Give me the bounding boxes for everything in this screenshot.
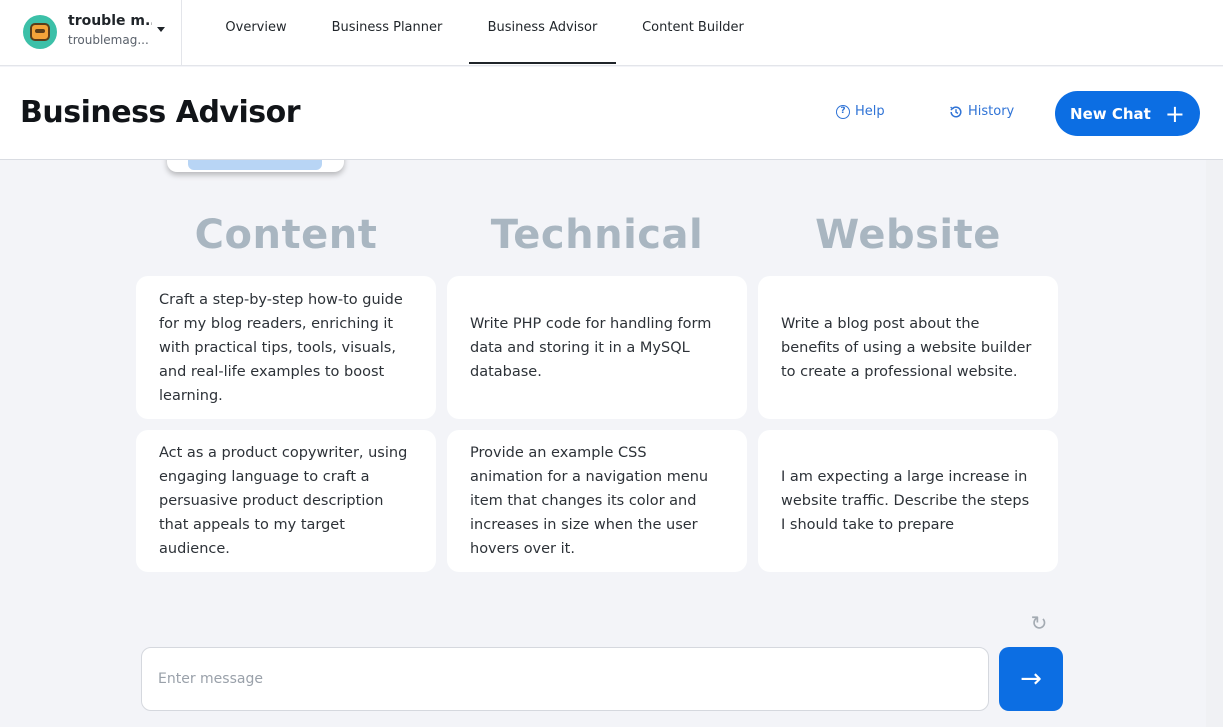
category-heading-technical: Technical	[490, 212, 704, 258]
account-name: trouble m...	[68, 13, 152, 29]
account-switcher[interactable]: trouble m... troublemag...	[0, 0, 182, 66]
prompt-card[interactable]: Act as a product copywriter, using engag…	[136, 430, 436, 572]
prompt-card[interactable]: Craft a step-by-step how-to guide for my…	[136, 276, 436, 419]
history-clock-icon	[950, 105, 962, 118]
help-link[interactable]: ? Help	[836, 104, 885, 119]
page-header: Business Advisor ? Help History New Chat…	[0, 67, 1223, 160]
new-chat-label: New Chat	[1070, 104, 1151, 123]
prompt-text: Provide an example CSS animation for a n…	[470, 445, 709, 557]
message-input[interactable]	[141, 647, 989, 711]
history-label: History	[968, 104, 1015, 119]
question-circle-icon: ?	[836, 104, 850, 119]
top-navigation: trouble m... troublemag... Overview Busi…	[0, 0, 1223, 66]
account-avatar	[23, 15, 57, 49]
tab-overview[interactable]: Overview	[206, 0, 306, 66]
prompt-text: Write a blog post about the benefits of …	[781, 315, 1032, 380]
history-link[interactable]: History	[949, 104, 1014, 119]
prompt-card[interactable]: Write a blog post about the benefits of …	[758, 276, 1058, 419]
prompt-text: Act as a product copywriter, using engag…	[159, 445, 408, 557]
prompt-text: Write PHP code for handling form data an…	[470, 315, 712, 380]
tab-content-builder[interactable]: Content Builder	[628, 0, 758, 66]
category-heading-website: Website	[815, 212, 1001, 258]
tab-business-advisor[interactable]: Business Advisor	[469, 0, 616, 66]
tab-business-planner[interactable]: Business Planner	[318, 0, 456, 66]
new-chat-button[interactable]: New Chat +	[1055, 91, 1200, 136]
arrow-right-icon: →	[1020, 664, 1042, 694]
scrollbar[interactable]	[1206, 160, 1223, 727]
refresh-icon[interactable]: ↻	[1029, 613, 1049, 633]
prompt-text: I am expecting a large increase in websi…	[781, 469, 1030, 533]
prompt-card[interactable]: Write PHP code for handling form data an…	[447, 276, 747, 419]
page-title: Business Advisor	[20, 95, 301, 130]
prompt-text: Craft a step-by-step how-to guide for my…	[159, 291, 403, 404]
caret-down-icon[interactable]	[157, 27, 165, 32]
plus-icon: +	[1164, 99, 1185, 128]
prompt-card[interactable]: I am expecting a large increase in websi…	[758, 430, 1058, 572]
category-heading-content: Content	[194, 212, 378, 258]
account-subtitle: troublemag...	[68, 33, 149, 47]
robot-avatar-icon	[30, 23, 50, 41]
help-label: Help	[855, 104, 885, 119]
send-button[interactable]: →	[999, 647, 1063, 711]
prompt-card[interactable]: Provide an example CSS animation for a n…	[447, 430, 747, 572]
